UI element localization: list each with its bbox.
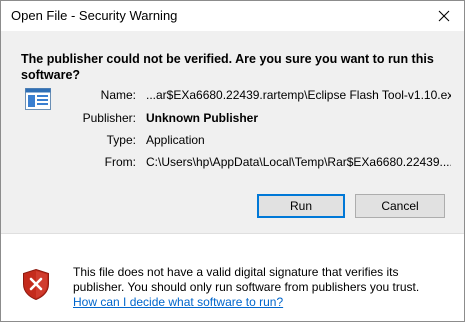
- from-label: From:: [104, 155, 136, 169]
- run-button[interactable]: Run: [257, 194, 345, 218]
- security-warning-dialog: Open File - Security Warning The publish…: [0, 0, 465, 322]
- from-value: C:\Users\hp\AppData\Local\Temp\Rar$EXa66…: [146, 155, 451, 169]
- headline: The publisher could not be verified. Are…: [21, 52, 434, 82]
- details-panel: The publisher could not be verified. Are…: [1, 31, 464, 233]
- cancel-button[interactable]: Cancel: [355, 194, 445, 218]
- type-label: Type:: [106, 133, 136, 147]
- publisher-label: Publisher:: [82, 111, 136, 125]
- name-label: Name:: [100, 88, 136, 102]
- warning-panel: This file does not have a valid digital …: [1, 234, 464, 321]
- name-value: ...ar$EXa6680.22439.rartemp\Eclipse Flas…: [146, 88, 451, 102]
- type-value: Application: [146, 133, 205, 147]
- help-link[interactable]: How can I decide what software to run?: [73, 295, 283, 309]
- shield-error-icon: [23, 269, 49, 300]
- title-bar: Open File - Security Warning: [1, 1, 464, 31]
- close-icon: [438, 10, 450, 22]
- window-title: Open File - Security Warning: [11, 8, 178, 23]
- close-button[interactable]: [424, 1, 464, 31]
- publisher-value: Unknown Publisher: [146, 111, 259, 125]
- application-file-icon: [25, 88, 51, 110]
- warning-text: This file does not have a valid digital …: [73, 265, 420, 294]
